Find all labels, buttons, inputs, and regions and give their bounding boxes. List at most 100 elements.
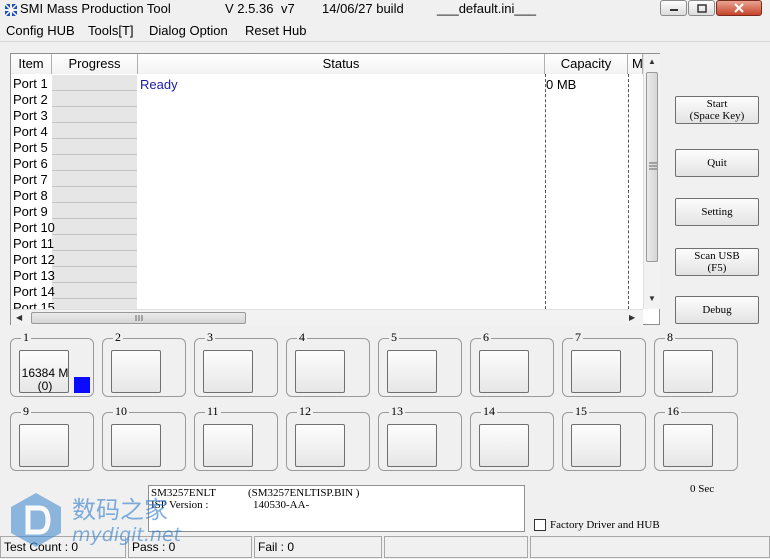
- watermark-cn-text: 数码之家: [72, 496, 168, 524]
- port-button[interactable]: 16384 M (0): [19, 350, 69, 393]
- grid-row-label[interactable]: Port 9: [13, 204, 48, 220]
- port-number: 8: [665, 330, 675, 345]
- scroll-left-icon[interactable]: ◀: [16, 313, 22, 322]
- close-button[interactable]: [716, 0, 762, 16]
- port-button[interactable]: [387, 350, 437, 393]
- grid-row-label[interactable]: Port 10: [13, 220, 55, 236]
- port-panel: 14: [470, 404, 554, 471]
- grid-row-label[interactable]: Port 14: [13, 284, 55, 300]
- port-button[interactable]: [663, 424, 713, 467]
- port-number: 16: [665, 404, 681, 419]
- grid-row-label[interactable]: Port 6: [13, 156, 48, 172]
- menu-tools[interactable]: Tools[T]: [88, 23, 134, 38]
- port-button[interactable]: [479, 424, 529, 467]
- port-button[interactable]: [111, 424, 161, 467]
- quit-label: Quit: [707, 157, 727, 169]
- maximize-button[interactable]: [688, 0, 715, 16]
- port-capacity: 16384 M: [21, 366, 69, 380]
- vertical-scroll-thumb[interactable]: [646, 72, 658, 262]
- col-m[interactable]: M: [628, 54, 643, 74]
- port-button[interactable]: [663, 350, 713, 393]
- progress-cell: [52, 251, 137, 267]
- port-button[interactable]: [571, 350, 621, 393]
- port-number: 10: [113, 404, 129, 419]
- start-button[interactable]: Start (Space Key): [675, 96, 759, 124]
- port-number: 4: [297, 330, 307, 345]
- minimize-button[interactable]: [660, 0, 687, 16]
- horizontal-scrollbar[interactable]: ◀ ▶: [11, 309, 643, 325]
- grid-row-label[interactable]: Port 5: [13, 140, 48, 156]
- port-button[interactable]: [295, 350, 345, 393]
- port-button[interactable]: [571, 424, 621, 467]
- port-button[interactable]: [387, 424, 437, 467]
- port-panel: 4: [286, 330, 370, 397]
- window-controls: [660, 0, 763, 16]
- col-capacity[interactable]: Capacity: [545, 54, 628, 74]
- debug-button[interactable]: Debug: [675, 296, 759, 324]
- elapsed-time: 0 Sec: [690, 483, 715, 495]
- debug-label: Debug: [702, 304, 732, 316]
- port-number: 11: [205, 404, 221, 419]
- grid-row-label[interactable]: Port 8: [13, 188, 48, 204]
- port-number: 13: [389, 404, 405, 419]
- scan-usb-button[interactable]: Scan USB (F5): [675, 248, 759, 276]
- col-status[interactable]: Status: [138, 54, 545, 74]
- progress-cell: [52, 267, 137, 283]
- port-button[interactable]: [203, 350, 253, 393]
- close-icon: [734, 3, 744, 13]
- grid-row-label[interactable]: Port 1: [13, 76, 48, 92]
- port-panel: 15: [562, 404, 646, 471]
- port-panel: 2: [102, 330, 186, 397]
- scan-usb-shortcut: (F5): [707, 262, 727, 274]
- start-label: Start: [706, 98, 728, 110]
- port-number: 9: [21, 404, 31, 419]
- port-number: 1: [21, 330, 31, 345]
- grid-header: Item Progress Status Capacity M: [11, 54, 643, 74]
- start-shortcut: (Space Key): [689, 110, 745, 122]
- status-panel: [530, 536, 770, 558]
- setting-label: Setting: [701, 206, 733, 218]
- checkbox-box[interactable]: [534, 519, 546, 531]
- port-grid[interactable]: Item Progress Status Capacity M Port 1 Po…: [10, 53, 660, 325]
- grid-row-label[interactable]: Port 2: [13, 92, 48, 108]
- port1-capacity: 0 MB: [546, 77, 577, 92]
- grid-row-label[interactable]: Port 4: [13, 124, 48, 140]
- menu-config-hub[interactable]: Config HUB: [6, 23, 75, 38]
- app-icon: [4, 3, 18, 17]
- version-label: V 2.5.36: [225, 1, 274, 16]
- port-button[interactable]: [203, 424, 253, 467]
- scroll-up-icon[interactable]: ▲: [648, 57, 656, 66]
- factory-driver-label: Factory Driver and HUB: [550, 519, 660, 531]
- port-button[interactable]: [111, 350, 161, 393]
- scroll-down-icon[interactable]: ▼: [648, 294, 656, 303]
- quit-button[interactable]: Quit: [675, 149, 759, 177]
- window-title: SMI Mass Production Tool: [20, 1, 171, 16]
- vertical-scrollbar[interactable]: ▲ ▼: [643, 54, 660, 309]
- grid-row-label[interactable]: Port 11: [13, 236, 54, 252]
- column-divider: [628, 74, 629, 309]
- grid-row-label[interactable]: Port 13: [13, 268, 55, 284]
- chip-info-box: SM3257ENLT (SM3257ENLTISP.BIN ) ISP Vers…: [148, 485, 525, 532]
- port-button[interactable]: [479, 350, 529, 393]
- menu-dialog-option[interactable]: Dialog Option: [149, 23, 228, 38]
- col-progress[interactable]: Progress: [52, 54, 138, 74]
- port-panel: 7: [562, 330, 646, 397]
- variant-label: v7: [281, 1, 295, 16]
- horizontal-scroll-thumb[interactable]: [31, 312, 246, 324]
- grid-row-label[interactable]: Port 12: [13, 252, 55, 268]
- grid-row-label[interactable]: Port 7: [13, 172, 48, 188]
- port-button[interactable]: [19, 424, 69, 467]
- grid-row-label[interactable]: Port 3: [13, 108, 48, 124]
- progress-cell: [52, 139, 137, 155]
- progress-cell: [52, 107, 137, 123]
- menu-reset-hub[interactable]: Reset Hub: [245, 23, 306, 38]
- col-item[interactable]: Item: [11, 54, 52, 74]
- progress-cell: [52, 187, 137, 203]
- factory-driver-checkbox[interactable]: Factory Driver and HUB: [534, 519, 660, 531]
- scroll-right-icon[interactable]: ▶: [629, 313, 635, 322]
- setting-button[interactable]: Setting: [675, 198, 759, 226]
- port-button[interactable]: [295, 424, 345, 467]
- watermark-logo-icon: [11, 493, 61, 547]
- minimize-icon: [669, 9, 678, 11]
- port-number: 12: [297, 404, 313, 419]
